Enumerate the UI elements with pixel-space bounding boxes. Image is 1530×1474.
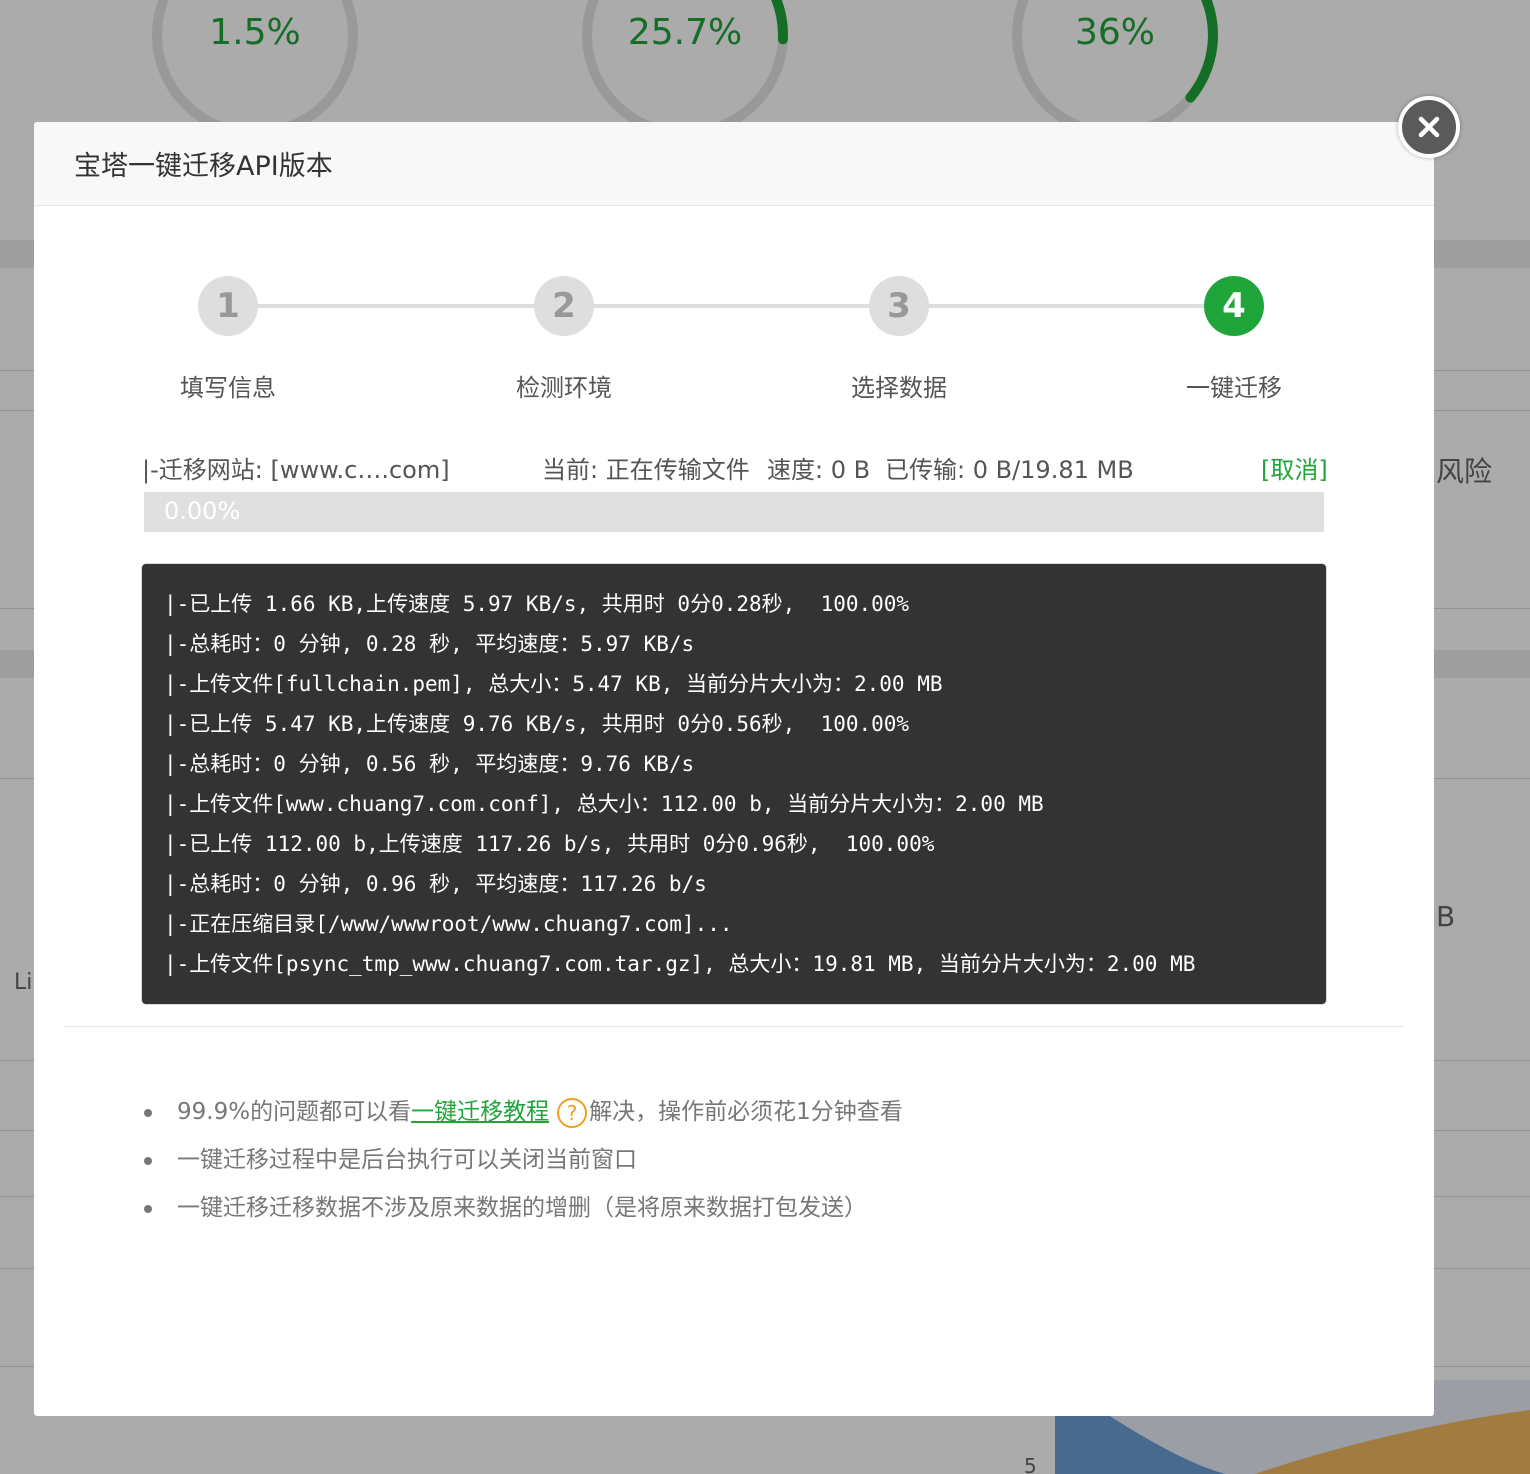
- step-2-label: 检测环境: [516, 374, 612, 402]
- step-indicator: 1 2 3 4 填写信息 检测环境 选择数据 一键迁移: [34, 276, 1434, 406]
- log-line: |-总耗时：0 分钟, 0.56 秒, 平均速度：9.76 KB/s: [164, 752, 695, 776]
- log-line: |-总耗时：0 分钟, 0.96 秒, 平均速度：117.26 b/s: [164, 872, 707, 896]
- tip-text: 解决，操作前必须花1分钟查看: [589, 1099, 903, 1125]
- migration-dialog: 宝塔一键迁移API版本 1 2 3 4 填写信息 检测环境 选择数据 一键迁移 …: [34, 122, 1434, 1416]
- dialog-title: 宝塔一键迁移API版本: [74, 151, 333, 182]
- step-1-label: 填写信息: [180, 374, 276, 402]
- step-3-circle: 3: [869, 276, 929, 336]
- bullet-icon: [144, 1157, 152, 1165]
- tip-text: 一键迁移过程中是后台执行可以关闭当前窗口: [177, 1147, 637, 1173]
- migration-status: |-迁移网站: [www.c….com] 当前: 正在传输文件 速度: 0 B …: [142, 450, 1328, 486]
- bullet-icon: [144, 1205, 152, 1213]
- tip-item: 99.9%的问题都可以看一键迁移教程? 解决，操作前必须花1分钟查看: [142, 1088, 1242, 1136]
- step-2-circle: 2: [534, 276, 594, 336]
- dialog-header: 宝塔一键迁移API版本: [34, 122, 1434, 206]
- help-icon[interactable]: ?: [557, 1097, 588, 1128]
- step-4-label: 一键迁移: [1186, 374, 1282, 402]
- tip-text: 一键迁移迁移数据不涉及原来数据的增删（是将原来数据打包发送）: [177, 1195, 867, 1221]
- step-1-circle: 1: [198, 276, 258, 336]
- progress-bar: 0.00%: [144, 492, 1324, 532]
- tip-text: 99.9%的问题都可以看: [177, 1099, 412, 1125]
- step-connector: [228, 304, 534, 308]
- log-line: |-已上传 112.00 b,上传速度 117.26 b/s, 共用时 0分0.…: [164, 832, 935, 856]
- log-line: |-正在压缩目录[/www/wwwroot/www.chuang7.com]..…: [164, 912, 733, 936]
- current-state: 当前: 正在传输文件: [542, 456, 750, 484]
- migration-site: |-迁移网站: [www.c….com]: [142, 456, 450, 484]
- section-divider: [64, 1026, 1404, 1027]
- log-line: |-已上传 1.66 KB,上传速度 5.97 KB/s, 共用时 0分0.28…: [164, 592, 910, 616]
- progress-percent: 0.00%: [164, 497, 241, 525]
- step-connector: [564, 304, 870, 308]
- close-button[interactable]: [1398, 96, 1460, 158]
- log-line: |-上传文件[fullchain.pem], 总大小：5.47 KB, 当前分片…: [164, 672, 943, 696]
- log-line: |-上传文件[psync_tmp_www.chuang7.com.tar.gz]…: [164, 952, 1196, 976]
- transfer-speed: 速度: 0 B: [767, 456, 871, 484]
- log-line: |-上传文件[www.chuang7.com.conf], 总大小：112.00…: [164, 792, 1044, 816]
- tip-item: 一键迁移迁移数据不涉及原来数据的增删（是将原来数据打包发送）: [142, 1184, 1242, 1232]
- bullet-icon: [144, 1109, 152, 1117]
- close-icon: [1418, 116, 1440, 138]
- tip-item: 一键迁移过程中是后台执行可以关闭当前窗口: [142, 1136, 1242, 1184]
- cancel-button[interactable]: [取消]: [1261, 450, 1328, 485]
- step-connector: [899, 304, 1205, 308]
- step-4-circle: 4: [1204, 276, 1264, 336]
- migration-log[interactable]: |-已上传 1.66 KB,上传速度 5.97 KB/s, 共用时 0分0.28…: [141, 563, 1327, 1005]
- log-line: |-已上传 5.47 KB,上传速度 9.76 KB/s, 共用时 0分0.56…: [164, 712, 910, 736]
- transferred-amount: 已传输: 0 B/19.81 MB: [885, 456, 1134, 484]
- log-line: |-总耗时：0 分钟, 0.28 秒, 平均速度：5.97 KB/s: [164, 632, 695, 656]
- tips-list: 99.9%的问题都可以看一键迁移教程? 解决，操作前必须花1分钟查看 一键迁移过程…: [142, 1088, 1242, 1232]
- tutorial-link[interactable]: 一键迁移教程: [411, 1099, 549, 1125]
- step-3-label: 选择数据: [851, 374, 947, 402]
